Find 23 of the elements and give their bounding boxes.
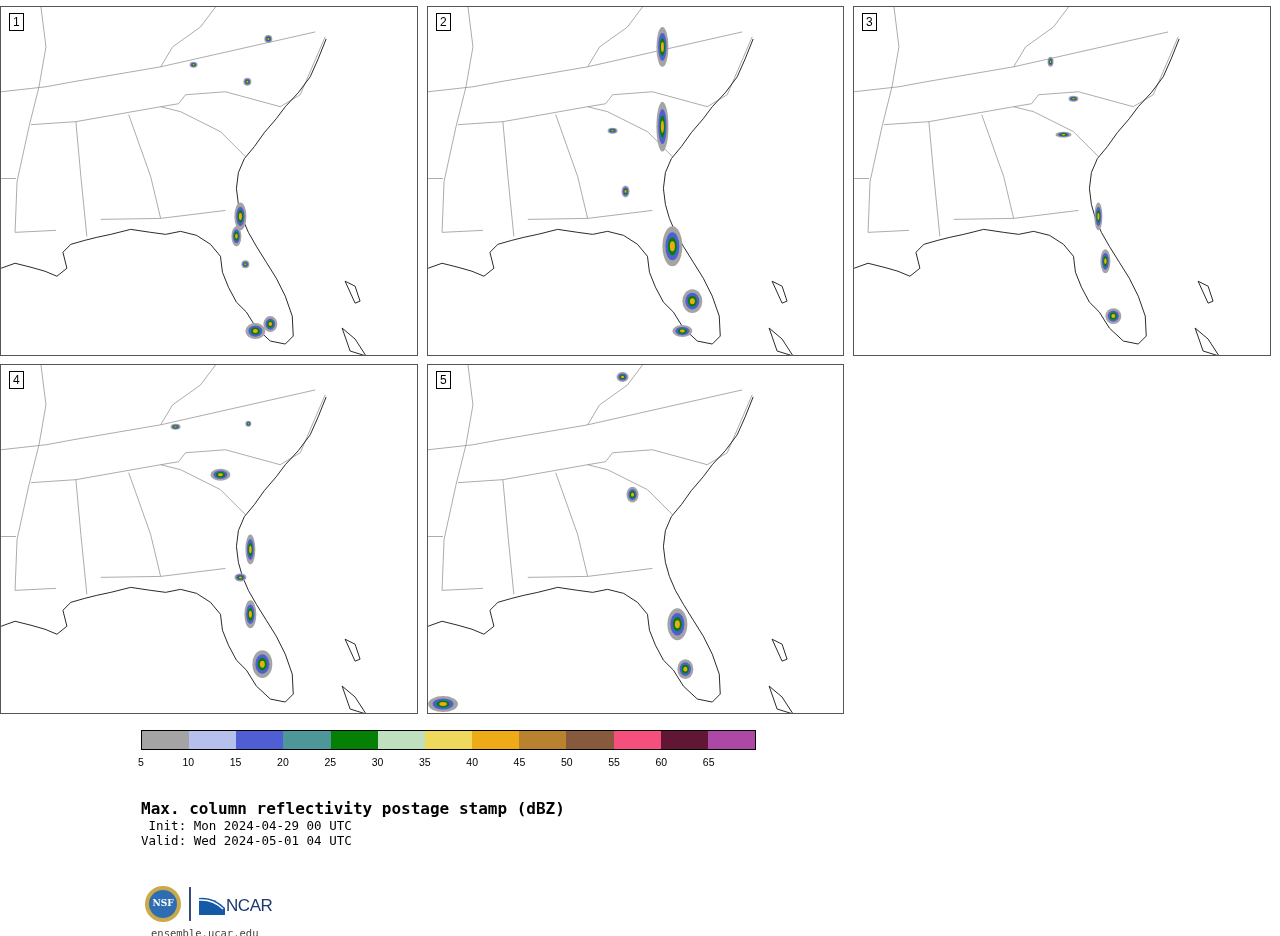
tick-label: 25: [324, 756, 337, 768]
ncar-logo: NCAR: [199, 893, 273, 915]
tick-label: 15: [229, 756, 242, 768]
tick-label: 20: [277, 756, 289, 768]
tick-label: 50: [560, 756, 573, 768]
panel-number: 2: [436, 13, 451, 31]
valid-time: Valid: Wed 2024-05-01 04 UTC: [141, 833, 353, 848]
nsf-logo: NSF: [145, 886, 181, 922]
chart-title: Max. column reflectivity postage stamp (dBZ): [141, 800, 566, 818]
tick-label: 60: [655, 756, 668, 768]
tick-label: 5: [138, 756, 144, 768]
panel-number: 5: [436, 371, 451, 389]
tick-label: 40: [466, 756, 478, 768]
panel-number: 4: [9, 371, 24, 389]
panel-number: 1: [9, 13, 24, 31]
tick-label: 30: [371, 756, 384, 768]
tick-label: 45: [513, 756, 526, 768]
tick-label: 35: [419, 756, 431, 768]
tick-label: 10: [182, 756, 195, 768]
tick-label: 55: [608, 756, 620, 768]
tick-label: 65: [702, 756, 715, 768]
panel-number: 3: [862, 13, 877, 31]
init-time: Init: Mon 2024-04-29 00 UTC: [147, 818, 353, 833]
